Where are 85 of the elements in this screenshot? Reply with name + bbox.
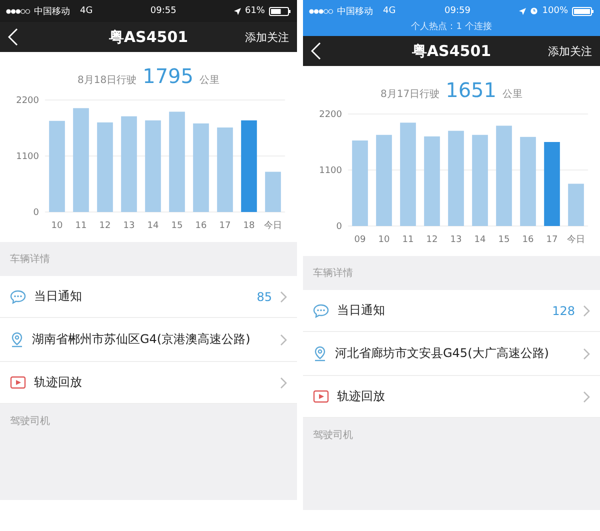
vehicle-plate-title: 粤AS4501 (108, 28, 188, 46)
network-type: 4G (80, 6, 93, 16)
axis-category-label: 12 (426, 235, 438, 245)
axis-category-label: 16 (522, 235, 534, 245)
signal-icon (6, 8, 30, 14)
axis-tick-label: 2200 (318, 110, 342, 120)
carrier-name: 中国移动 (34, 6, 70, 18)
chevron-right-icon (280, 334, 287, 346)
follow-button[interactable]: 添加关注 (548, 44, 592, 58)
row-label: 轨迹回放 (337, 388, 386, 405)
section-header: 车辆详情 (312, 266, 354, 281)
detail-row[interactable]: 轨迹回放 (303, 376, 600, 418)
axis-category-label: 11 (74, 221, 86, 231)
axis-tick-label: 1100 (16, 152, 38, 162)
signal-icon (309, 8, 333, 14)
follow-button[interactable]: 添加关注 (245, 30, 289, 44)
axis-category-label: 12 (98, 221, 110, 231)
axis-tick-label: 0 (32, 208, 38, 218)
axis-category-label: 16 (194, 221, 206, 231)
axis-category-label: 09 (354, 235, 366, 245)
distance-unit: 公里 (200, 74, 220, 87)
location-arrow-icon (234, 8, 241, 14)
row-label: 当日通知 (337, 302, 386, 319)
axis-category-label: 10 (50, 221, 62, 231)
row-label: 轨迹回放 (34, 374, 83, 391)
chevron-right-icon (583, 390, 590, 402)
network-type: 4G (383, 6, 396, 16)
axis-category-label: 今日 (566, 235, 584, 245)
axis-category-label: 17 (546, 235, 558, 245)
hotspot-status-text: 个人热点：1 个连接 (410, 20, 493, 34)
chevron-right-icon (583, 348, 590, 360)
chevron-right-icon (280, 290, 287, 302)
battery-icon (572, 6, 594, 16)
date-label: 8月18日行驶 (78, 74, 137, 87)
play-icon (313, 390, 329, 403)
axis-category-label: 13 (450, 235, 462, 245)
chart-bar (264, 172, 280, 212)
chat-bubble-icon (10, 290, 26, 304)
detail-row[interactable]: 湖南省郴州市苏仙区G4(京港澳高速公路) (0, 318, 297, 362)
row-label: 当日通知 (34, 288, 83, 305)
axis-category-label: 10 (378, 235, 390, 245)
axis-category-label: 今日 (264, 221, 282, 231)
axis-tick-label: 1100 (318, 166, 342, 176)
notification-count: 85 (256, 290, 272, 304)
section-header: 驾驶司机 (9, 414, 51, 429)
detail-row[interactable]: 当日通知 128 (303, 290, 600, 332)
axis-tick-label: 0 (336, 222, 342, 232)
axis-category-label: 15 (170, 221, 182, 231)
notification-count: 128 (552, 304, 575, 318)
location-arrow-icon (519, 8, 526, 14)
battery-percent: 100% (542, 6, 568, 16)
date-label: 8月17日行驶 (380, 88, 440, 101)
axis-category-label: 11 (402, 235, 414, 245)
clock-time: 09:55 (150, 6, 176, 16)
axis-category-label: 14 (146, 221, 158, 231)
chart-bar (568, 184, 584, 226)
detail-row[interactable]: 河北省廊坊市文安县G45(大广高速公路) (303, 332, 600, 376)
battery-percent: 61% (244, 6, 265, 16)
axis-category-label: 17 (218, 221, 230, 231)
back-button[interactable] (311, 42, 321, 60)
battery-icon (269, 6, 291, 16)
clock-time: 09:59 (444, 6, 470, 16)
axis-category-label: 18 (242, 221, 254, 231)
chat-bubble-icon (313, 304, 329, 318)
distance-unit: 公里 (502, 88, 522, 101)
location-pin-icon (313, 346, 327, 362)
axis-category-label: 15 (498, 235, 510, 245)
axis-category-label: 14 (474, 235, 486, 245)
detail-row[interactable]: 当日通知 85 (0, 276, 297, 318)
row-label: 河北省廊坊市文安县G45(大广高速公路) (335, 345, 550, 362)
section-header: 车辆详情 (9, 252, 51, 267)
axis-category-label: 13 (122, 221, 134, 231)
location-pin-icon (10, 332, 24, 348)
back-button[interactable] (8, 28, 18, 46)
distance-value: 1795 (142, 64, 194, 88)
distance-value: 1651 (446, 78, 496, 102)
section-header: 驾驶司机 (312, 428, 354, 443)
axis-tick-label: 2200 (16, 96, 38, 106)
play-icon (10, 376, 26, 389)
detail-row[interactable]: 轨迹回放 (0, 362, 297, 404)
vehicle-plate-title: 粤AS4501 (412, 42, 492, 60)
row-label: 湖南省郴州市苏仙区G4(京港澳高速公路) (32, 331, 252, 348)
carrier-name: 中国移动 (337, 6, 373, 18)
chevron-right-icon (280, 376, 287, 388)
chevron-right-icon (583, 304, 590, 316)
